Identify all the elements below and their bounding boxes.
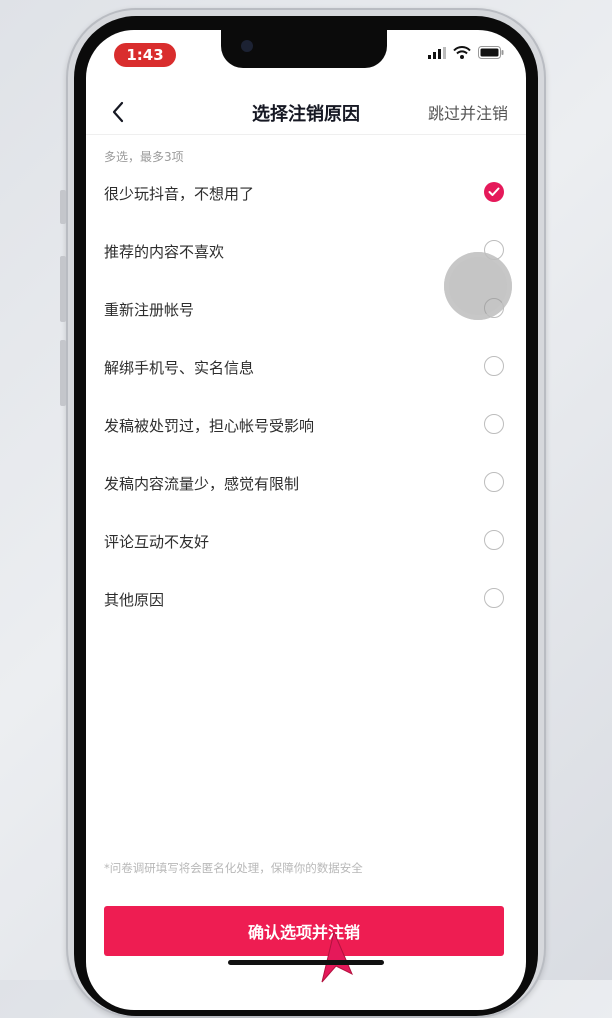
- privacy-note: *问卷调研填写将会匿名化处理，保障你的数据安全: [104, 861, 363, 875]
- touch-indicator: [444, 252, 512, 320]
- cursor-arrow-icon: [321, 930, 353, 983]
- signal-icon: [428, 46, 446, 59]
- front-camera: [241, 40, 253, 52]
- reason-option-label: 其他原因: [104, 590, 165, 609]
- reason-option-label: 解绑手机号、实名信息: [104, 358, 255, 377]
- reason-option-6[interactable]: 发稿内容流量少，感觉有限制: [86, 454, 526, 512]
- skip-and-cancel-link[interactable]: 跳过并注销: [428, 100, 508, 124]
- wifi-icon: [453, 46, 471, 59]
- phone-volume-down-button: [60, 340, 66, 406]
- checkmark-icon: [488, 187, 500, 196]
- status-icons: [428, 46, 504, 59]
- phone-side-button: [60, 190, 66, 224]
- checked-circle-icon[interactable]: [484, 182, 504, 202]
- unchecked-circle-icon[interactable]: [484, 530, 504, 550]
- notch: [221, 30, 387, 68]
- unchecked-circle-icon[interactable]: [484, 588, 504, 608]
- reason-option-1[interactable]: 很少玩抖音，不想用了: [86, 164, 526, 222]
- reason-option-label: 推荐的内容不喜欢: [104, 242, 225, 261]
- reason-option-label: 很少玩抖音，不想用了: [104, 184, 255, 203]
- reason-option-label: 发稿内容流量少，感觉有限制: [104, 474, 300, 493]
- unchecked-circle-icon[interactable]: [484, 472, 504, 492]
- reason-option-5[interactable]: 发稿被处罚过，担心帐号受影响: [86, 396, 526, 454]
- reason-option-label: 评论互动不友好: [104, 532, 210, 551]
- nav-bar: 选择注销原因 跳过并注销: [86, 90, 526, 134]
- reason-option-label: 发稿被处罚过，担心帐号受影响: [104, 416, 315, 435]
- confirm-and-cancel-button[interactable]: 确认选项并注销: [104, 906, 504, 956]
- reason-option-7[interactable]: 评论互动不友好: [86, 512, 526, 570]
- home-indicator: [228, 960, 384, 965]
- reason-option-label: 重新注册帐号: [104, 300, 195, 319]
- reason-option-4[interactable]: 解绑手机号、实名信息: [86, 338, 526, 396]
- status-time: 1:43: [114, 43, 176, 67]
- phone-volume-up-button: [60, 256, 66, 322]
- multi-select-hint: 多选，最多3项: [104, 150, 184, 164]
- reason-option-8[interactable]: 其他原因: [86, 570, 526, 628]
- battery-icon: [478, 46, 504, 59]
- unchecked-circle-icon[interactable]: [484, 356, 504, 376]
- nav-divider: [86, 134, 526, 135]
- screen: 1:43 选择注销原因 跳过并注销 多选，最多3项 很少玩抖音，不想用了 推荐的…: [86, 30, 526, 1010]
- unchecked-circle-icon[interactable]: [484, 414, 504, 434]
- reason-options-list: 很少玩抖音，不想用了 推荐的内容不喜欢 重新注册帐号 解绑手机号、实名信息 发稿…: [86, 164, 526, 628]
